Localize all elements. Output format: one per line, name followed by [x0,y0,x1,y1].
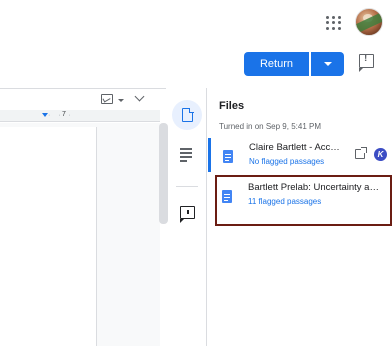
comments-icon[interactable] [180,206,195,223]
flagged-passages-link[interactable]: 11 flagged passages [248,197,321,206]
originality-badge[interactable]: K [374,148,387,161]
document-page[interactable] [0,127,97,346]
ruler-ticks: · · · [48,112,74,119]
google-doc-icon [222,190,232,203]
apps-grid-icon[interactable] [322,12,344,34]
turned-in-timestamp: Turned in on Sep 9, 5:41 PM [219,122,321,131]
file-name: Bartlett Prelab: Uncertainty a… [248,182,379,193]
ruler-number: 7 [62,111,66,118]
caret-down-icon[interactable] [118,99,124,102]
ruler: · · · 7 [0,110,160,122]
grading-view: Return · · · 7 Files Turned in on Sep 9,… [0,0,392,346]
return-button[interactable]: Return [244,52,309,76]
files-tab[interactable] [172,100,202,130]
flagged-passages-link[interactable]: No flagged passages [249,157,324,166]
image-options-icon[interactable] [101,94,113,104]
google-doc-icon [223,150,233,163]
caret-down-icon [323,62,332,66]
document-toolbar [0,88,166,106]
chevron-down-icon[interactable] [134,91,145,102]
report-feedback-icon[interactable] [359,53,374,72]
document-scrollbar[interactable] [159,123,168,224]
user-avatar[interactable] [355,8,383,36]
open-in-new-icon[interactable] [355,147,367,159]
file-name: Claire Bartlett - Acc… [249,142,340,153]
rail-divider [176,186,198,187]
return-options-button[interactable] [311,52,344,76]
files-icon [182,107,194,122]
files-title: Files [219,100,245,112]
rubric-icon[interactable] [180,147,194,163]
file-item-bartlett-prelab[interactable]: Bartlett Prelab: Uncertainty a… 11 flagg… [208,178,392,212]
